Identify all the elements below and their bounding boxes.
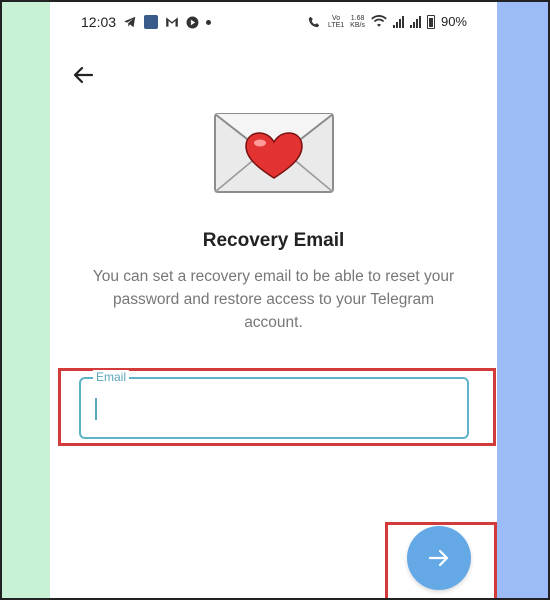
- network-speed-unit: KB/s: [350, 21, 365, 29]
- gmail-icon: [166, 17, 178, 27]
- volte-badge-icon: [144, 15, 159, 29]
- next-button[interactable]: [407, 526, 471, 590]
- right-background-strip: [493, 2, 548, 598]
- dot-icon: [206, 19, 212, 25]
- signal-icon: [392, 15, 404, 28]
- wifi-icon: [371, 15, 387, 27]
- network-speed-value: 1.68: [350, 14, 365, 22]
- page-description: You can set a recovery email to be able …: [92, 268, 455, 331]
- left-background-strip: [2, 2, 50, 598]
- status-bar: 12:03 Vo LTE1 1.68 KB/s 90%: [50, 2, 497, 42]
- status-right: Vo LTE1 1.68 KB/s 90%: [306, 14, 467, 29]
- back-button[interactable]: [68, 62, 98, 88]
- battery-percent: 90%: [440, 14, 467, 29]
- volte-call-icon: [308, 16, 320, 27]
- volte-label: Vo LTE1: [327, 14, 345, 29]
- arrow-left-icon: [73, 66, 94, 84]
- telegram-icon: [124, 16, 136, 28]
- status-left: 12:03: [81, 14, 212, 30]
- battery-icon: [426, 14, 435, 29]
- email-field[interactable]: Email: [79, 370, 469, 439]
- screenshot-frame: 12:03 Vo LTE1 1.68 KB/s 90% Recovery Ema…: [0, 0, 550, 600]
- phone-screen: 12:03 Vo LTE1 1.68 KB/s 90% Recovery Ema…: [50, 2, 497, 598]
- email-field-label: Email: [93, 370, 130, 384]
- play-icon: [186, 16, 199, 28]
- text-cursor: [95, 398, 97, 420]
- arrow-right-icon: [428, 549, 449, 567]
- envelope-heart-icon: [214, 113, 334, 193]
- email-input[interactable]: [91, 393, 451, 423]
- page-title: Recovery Email: [202, 230, 345, 251]
- status-time: 12:03: [81, 14, 117, 30]
- signal-icon: [409, 15, 421, 28]
- network-speed: 1.68 KB/s: [350, 15, 365, 29]
